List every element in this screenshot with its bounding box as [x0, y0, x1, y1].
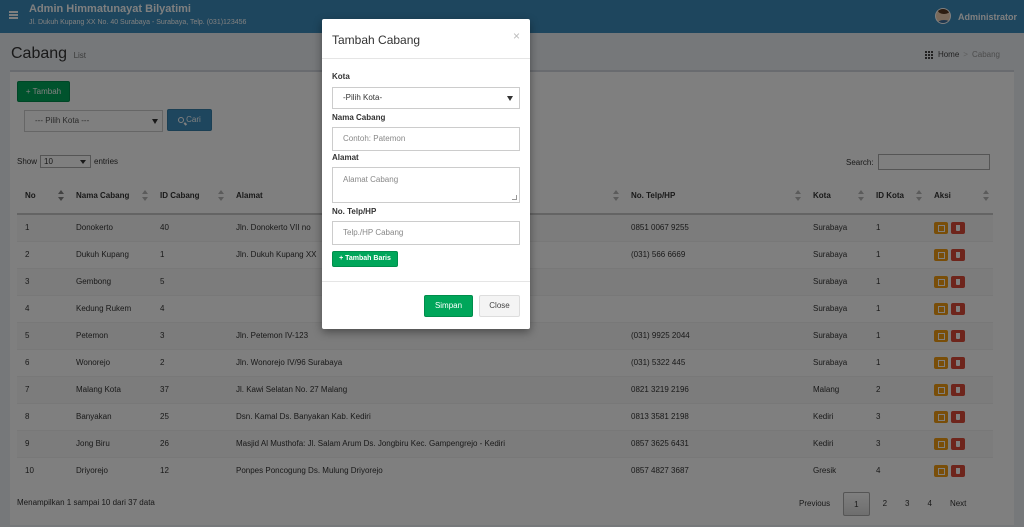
modal-footer: Simpan Close	[322, 281, 530, 329]
alamat-label: Alamat	[332, 153, 359, 162]
nama-cabang-placeholder: Contoh: Patemon	[343, 134, 406, 143]
telp-placeholder: Telp./HP Cabang	[343, 228, 404, 237]
kota-select[interactable]: -Pilih Kota-	[332, 87, 520, 109]
alamat-textarea[interactable]: Alamat Cabang	[332, 167, 520, 203]
nama-cabang-input[interactable]: Contoh: Patemon	[332, 127, 520, 151]
nama-cabang-label: Nama Cabang	[332, 113, 386, 122]
telp-input[interactable]: Telp./HP Cabang	[332, 221, 520, 245]
alamat-placeholder: Alamat Cabang	[343, 175, 399, 184]
kota-select-value: -Pilih Kota-	[343, 93, 383, 102]
modal-header: Tambah Cabang ×	[322, 19, 530, 59]
close-button[interactable]: Close	[479, 295, 520, 317]
chevron-down-icon	[507, 96, 513, 101]
telp-label: No. Telp/HP	[332, 207, 377, 216]
save-button[interactable]: Simpan	[424, 295, 473, 317]
add-row-button[interactable]: + Tambah Baris	[332, 251, 398, 267]
add-branch-modal: Tambah Cabang × Kota -Pilih Kota- Nama C…	[322, 19, 530, 329]
kota-label: Kota	[332, 72, 350, 81]
modal-title: Tambah Cabang	[332, 33, 421, 47]
close-icon[interactable]: ×	[513, 29, 520, 43]
resize-handle-icon[interactable]	[512, 195, 517, 200]
